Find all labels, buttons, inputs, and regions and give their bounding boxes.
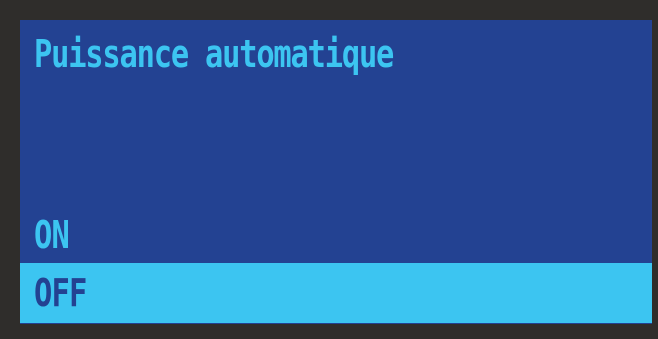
option-menu: ON OFF	[20, 208, 652, 323]
option-off[interactable]: OFF	[20, 263, 652, 323]
lcd-screen: Puissance automatique ON OFF	[20, 20, 652, 324]
option-on-label: ON	[34, 213, 70, 257]
device-bezel: Puissance automatique ON OFF	[0, 0, 658, 339]
option-on[interactable]: ON	[20, 208, 652, 263]
option-off-label: OFF	[34, 271, 87, 315]
screen-title: Puissance automatique	[34, 32, 394, 76]
